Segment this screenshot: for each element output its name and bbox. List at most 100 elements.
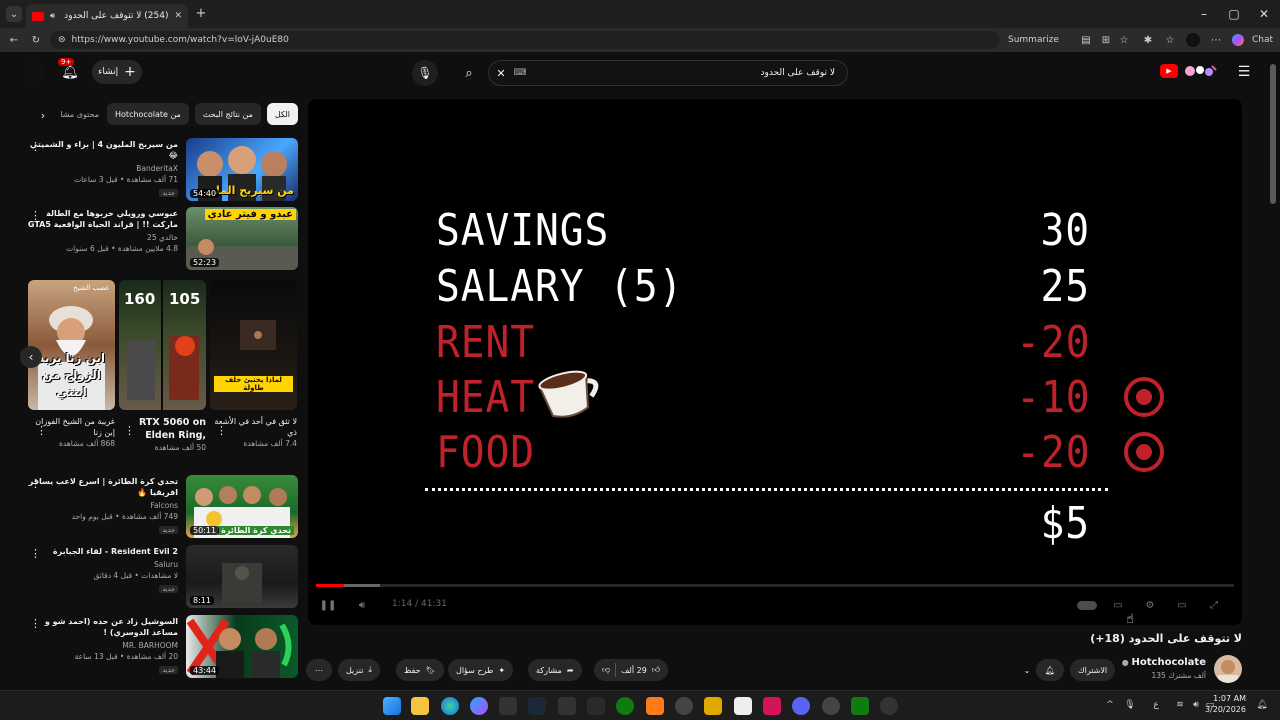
chatgpt-icon[interactable] <box>880 697 898 715</box>
account-avatar[interactable] <box>24 62 44 82</box>
edge-icon[interactable] <box>441 697 459 715</box>
site-info-icon[interactable]: ⊜ <box>58 35 66 45</box>
doodle-logo[interactable] <box>1182 62 1218 80</box>
related-video[interactable]: عبدو و فيتر عادي 52:23 عبوسي ورويلي خربو… <box>24 207 298 270</box>
shorts-prev-icon[interactable]: ‹ <box>20 346 42 368</box>
video-thumbnail[interactable]: تحدي كرة الطائرة 50:11 <box>186 475 298 538</box>
search-input[interactable]: لا توقف على الحدود <box>488 60 848 86</box>
video-title[interactable]: عبوسي ورويلي خربوها مع الطالة ماركت !! |… <box>24 208 178 230</box>
video-title[interactable]: Resident Evil 2 - لقاء الجبابرة <box>24 546 178 557</box>
related-video[interactable]: من سيربح الملي 54:40 من سيربح المليون 4 … <box>24 138 298 201</box>
video-title[interactable]: من سيربح المليون 4 | براء و الشميتي 😂 <box>24 139 178 161</box>
short-thumbnail[interactable]: غضب الشيخ ابن زنا يريد الزواج من ابنتي <box>28 280 115 410</box>
channel-name[interactable]: MR. BARHOOM <box>24 640 178 651</box>
browser-tab[interactable]: 🔊︎ (254) لا تتوقف على الحدود (18+) ✕ <box>26 4 188 28</box>
more-actions-icon[interactable]: ⋮ <box>30 547 41 560</box>
like-icon[interactable]: 👍︎ <box>652 665 660 675</box>
more-menu-icon[interactable]: ⋯ <box>1208 32 1224 48</box>
notification-bell-button[interactable]: 🔔︎ <box>1036 659 1064 681</box>
channel-name[interactable]: خالدي 25 <box>24 232 178 243</box>
back-icon[interactable]: ← <box>6 32 22 48</box>
create-button[interactable]: إنشاء + <box>92 60 142 84</box>
youtube-logo-icon[interactable]: ▶ <box>1160 64 1178 78</box>
related-video[interactable]: 8:11 Resident Evil 2 - لقاء الجبابرة Sal… <box>24 545 298 608</box>
channel-name[interactable]: BanderitaX <box>24 163 178 174</box>
discord-icon[interactable] <box>792 697 810 715</box>
video-title[interactable]: السوشيل زاد عن حده (احمد شو و مساعد الدو… <box>24 616 178 638</box>
short-more-icon[interactable]: ⋮ <box>216 424 227 437</box>
guide-menu-icon[interactable]: ☰ <box>1234 62 1254 82</box>
xbox-icon[interactable] <box>616 697 634 715</box>
download-button[interactable]: ⤓ تنزيل <box>338 659 380 681</box>
more-actions-icon[interactable]: ⋮ <box>30 617 41 630</box>
join-dropdown-icon[interactable]: ⌄ <box>1016 659 1038 681</box>
tray-overflow-icon[interactable]: ^ <box>1104 699 1116 711</box>
ask-button[interactable]: ✦ طرح سؤال <box>448 659 514 681</box>
channel-name[interactable]: Falcons <box>24 500 178 511</box>
epic-icon[interactable] <box>558 697 576 715</box>
capcut-icon[interactable] <box>587 697 605 715</box>
notifications-bell-icon[interactable]: 🔔︎ 9+ <box>58 58 80 82</box>
vlc-icon[interactable] <box>646 697 664 715</box>
pause-icon[interactable]: ❚❚ <box>320 597 337 613</box>
page-scrollbar[interactable] <box>1270 64 1276 204</box>
video-thumbnail[interactable]: 43:44 <box>186 615 298 678</box>
search-button-icon[interactable]: ⌕ <box>458 60 480 86</box>
channel-avatar[interactable] <box>1214 655 1242 683</box>
winrar-icon[interactable] <box>704 697 722 715</box>
more-actions-icon[interactable]: ⋮ <box>30 477 41 490</box>
chip-from-channel[interactable]: من Hotchocolate <box>107 103 189 125</box>
channel-name[interactable]: Saluru <box>24 559 178 570</box>
xbox-app-icon[interactable] <box>851 697 869 715</box>
reader-icon[interactable]: ▤ <box>1078 32 1094 48</box>
summarize-button[interactable]: Summarize <box>1008 32 1059 48</box>
reload-icon[interactable]: ↻ <box>28 32 44 48</box>
chip-all[interactable]: الكل <box>266 103 298 125</box>
keyboard-icon[interactable]: ⌨ <box>514 66 527 80</box>
progress-bar[interactable] <box>316 584 1234 587</box>
captions-icon[interactable]: ▭ <box>1110 597 1126 613</box>
volume-icon[interactable]: 🔊︎ <box>354 597 370 613</box>
profile-avatar-icon[interactable] <box>1186 33 1200 47</box>
taskbar-clock[interactable]: 1:07 AM 3/20/2026 <box>1205 693 1246 715</box>
favorites-icon[interactable]: ☆ <box>1162 32 1178 48</box>
minimize-icon[interactable]: – <box>1188 0 1220 28</box>
more-actions-icon[interactable]: ⋮ <box>30 140 41 153</box>
close-window-icon[interactable]: ✕ <box>1248 0 1280 28</box>
copilot-taskbar-icon[interactable] <box>470 697 488 715</box>
chip-related[interactable]: محتوى مشا <box>58 103 101 125</box>
notifications-tray-icon[interactable]: 🔔︎ <box>1256 699 1268 711</box>
language-indicator[interactable]: ع <box>1150 699 1162 711</box>
subscribe-button[interactable]: الاشتراك <box>1070 659 1116 681</box>
settings-gear-icon[interactable]: ⚙ <box>1142 597 1158 613</box>
extensions-icon[interactable]: ✱ <box>1140 32 1156 48</box>
adobe-icon[interactable] <box>763 697 781 715</box>
copilot-chat-button[interactable]: Chat <box>1232 32 1273 48</box>
video-title[interactable]: تحدي كرة الطائرة | اسرع لاعب يسافر افريق… <box>24 476 178 498</box>
favorite-star-icon[interactable]: ☆ <box>1116 32 1132 48</box>
chips-prev-icon[interactable]: › <box>36 108 50 122</box>
address-bar[interactable]: ⊜ https://www.youtube.com/watch?v=loV-jA… <box>50 31 1000 49</box>
dislike-icon[interactable]: 👎︎ <box>602 665 610 675</box>
save-button[interactable]: 🔖︎ حفظ <box>396 659 444 681</box>
translate-icon[interactable]: ⊞ <box>1098 32 1114 48</box>
short-more-icon[interactable]: ⋮ <box>124 424 135 437</box>
speaker-icon[interactable]: 🔊︎ <box>1190 699 1202 711</box>
new-tab-icon[interactable]: + <box>194 6 208 21</box>
settings-app-icon[interactable] <box>822 697 840 715</box>
short-thumbnail[interactable]: لماذا يختبئ خلف طاولة <box>210 280 297 410</box>
steam-icon[interactable] <box>528 697 546 715</box>
share-button[interactable]: ➦ مشاركة <box>528 659 582 681</box>
tab-search-icon[interactable]: ⌄ <box>6 6 22 22</box>
file-explorer-icon[interactable] <box>411 697 429 715</box>
chip-search-results[interactable]: من نتائج البحث <box>194 103 261 125</box>
obs-icon[interactable] <box>675 697 693 715</box>
tab-close-icon[interactable]: ✕ <box>174 11 182 21</box>
tab-audio-icon[interactable]: 🔊︎ <box>50 11 55 21</box>
mic-tray-icon[interactable]: 🎙︎ <box>1124 699 1136 711</box>
autoplay-toggle[interactable] <box>1076 598 1098 612</box>
voice-search-icon[interactable]: 🎙︎ <box>412 60 438 86</box>
notepad-icon[interactable] <box>734 697 752 715</box>
short-more-icon[interactable]: ⋮ <box>36 424 47 437</box>
wifi-icon[interactable]: ≋ <box>1174 699 1186 711</box>
